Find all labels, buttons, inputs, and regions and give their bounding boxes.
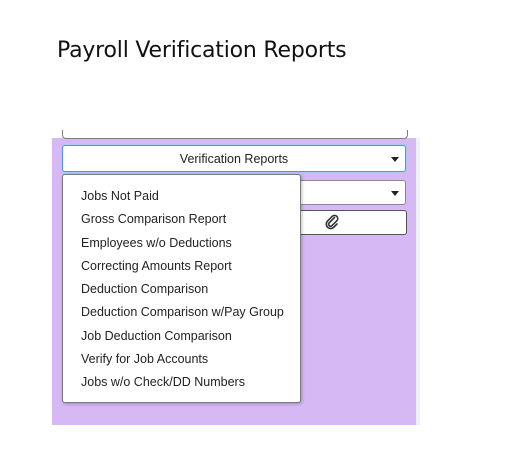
dropdown-item-deduction-comparison[interactable]: Deduction Comparison [81, 282, 208, 296]
dropdown-item-job-deduction-comparison[interactable]: Job Deduction Comparison [81, 329, 232, 343]
report-type-select-value: Verification Reports [179, 152, 289, 166]
chevron-down-icon [391, 191, 399, 196]
chevron-down-icon [391, 157, 399, 162]
dropdown-item-jobs-not-paid[interactable]: Jobs Not Paid [81, 189, 159, 203]
dropdown-item-employees-no-deductions[interactable]: Employees w/o Deductions [81, 236, 232, 250]
report-type-select[interactable]: Verification Reports [62, 145, 406, 172]
dropdown-item-deduction-comparison-pay-group[interactable]: Deduction Comparison w/Pay Group [81, 305, 284, 319]
paperclip-icon [325, 214, 339, 234]
page-title: Payroll Verification Reports [57, 38, 347, 63]
report-dropdown-menu: Jobs Not Paid Gross Comparison Report Em… [62, 174, 301, 403]
attach-button[interactable] [296, 210, 407, 235]
dropdown-item-jobs-no-check-numbers[interactable]: Jobs w/o Check/DD Numbers [81, 375, 245, 389]
report-option-select[interactable] [296, 180, 406, 205]
dropdown-item-correcting-amounts[interactable]: Correcting Amounts Report [81, 259, 232, 273]
panel-edge [416, 138, 420, 425]
previous-control-edge [62, 130, 408, 139]
page: Payroll Verification Reports Verificatio… [0, 0, 505, 472]
dropdown-item-gross-comparison[interactable]: Gross Comparison Report [81, 212, 226, 226]
dropdown-item-verify-job-accounts[interactable]: Verify for Job Accounts [81, 352, 208, 366]
